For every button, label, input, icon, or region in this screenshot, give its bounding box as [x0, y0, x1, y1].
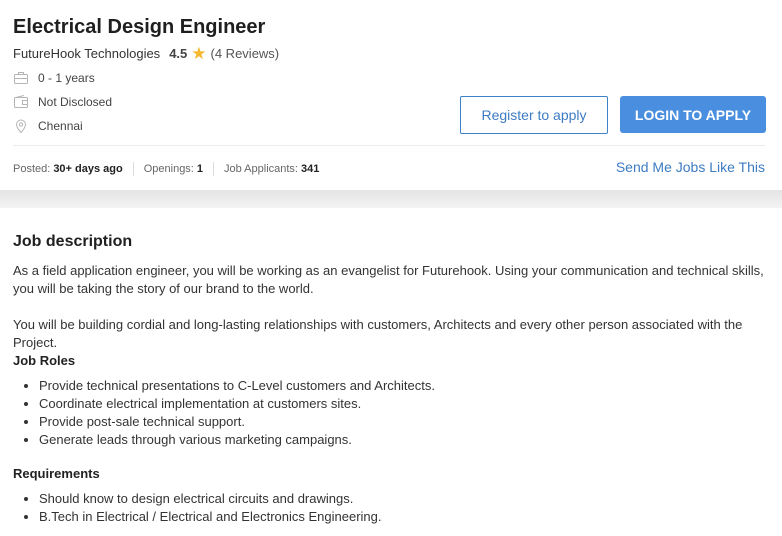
list-item: Generate leads through various marketing…: [39, 431, 773, 449]
register-to-apply-button[interactable]: Register to apply: [460, 96, 608, 134]
stats-separator: [213, 162, 214, 176]
send-me-jobs-like-this-link[interactable]: Send Me Jobs Like This: [616, 159, 765, 175]
company-name[interactable]: FutureHook Technologies: [13, 46, 160, 61]
job-description-heading: Job description: [13, 233, 133, 250]
job-roles-heading: Job Roles: [13, 353, 76, 368]
wallet-icon: [13, 94, 29, 110]
list-item: Provide post-sale technical support.: [39, 413, 773, 431]
list-item: Provide technical presentations to C-Lev…: [39, 377, 773, 395]
location-text[interactable]: Chennai: [38, 119, 83, 133]
list-item: B.Tech in Electrical / Electrical and El…: [39, 508, 773, 526]
applicants-value: 341: [301, 163, 320, 175]
section-separator-band: [0, 190, 782, 208]
requirements-heading: Requirements: [13, 466, 100, 481]
requirements-list: Should know to design electrical circuit…: [13, 490, 773, 526]
divider: [13, 145, 765, 146]
location-pin-icon: [13, 118, 29, 134]
description-paragraph: You will be building cordial and long-la…: [13, 317, 743, 350]
openings-value: 1: [196, 163, 203, 175]
applicants-label: Job Applicants:: [224, 163, 298, 175]
job-roles-list: Provide technical presentations to C-Lev…: [13, 377, 773, 449]
description-paragraph: As a field application engineer, you wil…: [13, 263, 764, 296]
job-header-card: Electrical Design Engineer FutureHook Te…: [0, 0, 782, 190]
openings-label: Openings:: [143, 163, 194, 175]
list-item: Coordinate electrical implementation at …: [39, 395, 773, 413]
company-line: FutureHook Technologies 4.5 ★ (4 Reviews…: [13, 44, 280, 63]
login-to-apply-button[interactable]: LOGIN TO APPLY: [620, 96, 766, 133]
experience-row: 0 - 1 years: [13, 70, 95, 86]
posted-label: Posted:: [13, 163, 51, 175]
salary-row: Not Disclosed: [13, 94, 112, 110]
star-icon: ★: [191, 44, 207, 63]
list-item: Should know to design electrical circuit…: [39, 490, 773, 508]
job-stats: Posted: 30+ days ago Openings: 1 Job App…: [13, 162, 319, 176]
reviews-link[interactable]: (4 Reviews): [211, 46, 280, 61]
job-description-section: Job description As a field application e…: [13, 232, 773, 536]
salary-text: Not Disclosed: [38, 95, 113, 109]
experience-text: 0 - 1 years: [38, 71, 95, 85]
rating-value: 4.5: [169, 46, 188, 61]
briefcase-icon: [13, 70, 29, 86]
posted-value: 30+ days ago: [53, 163, 123, 175]
stats-separator: [132, 162, 134, 176]
job-title: Electrical Design Engineer: [13, 16, 266, 38]
location-row: Chennai: [13, 118, 83, 134]
